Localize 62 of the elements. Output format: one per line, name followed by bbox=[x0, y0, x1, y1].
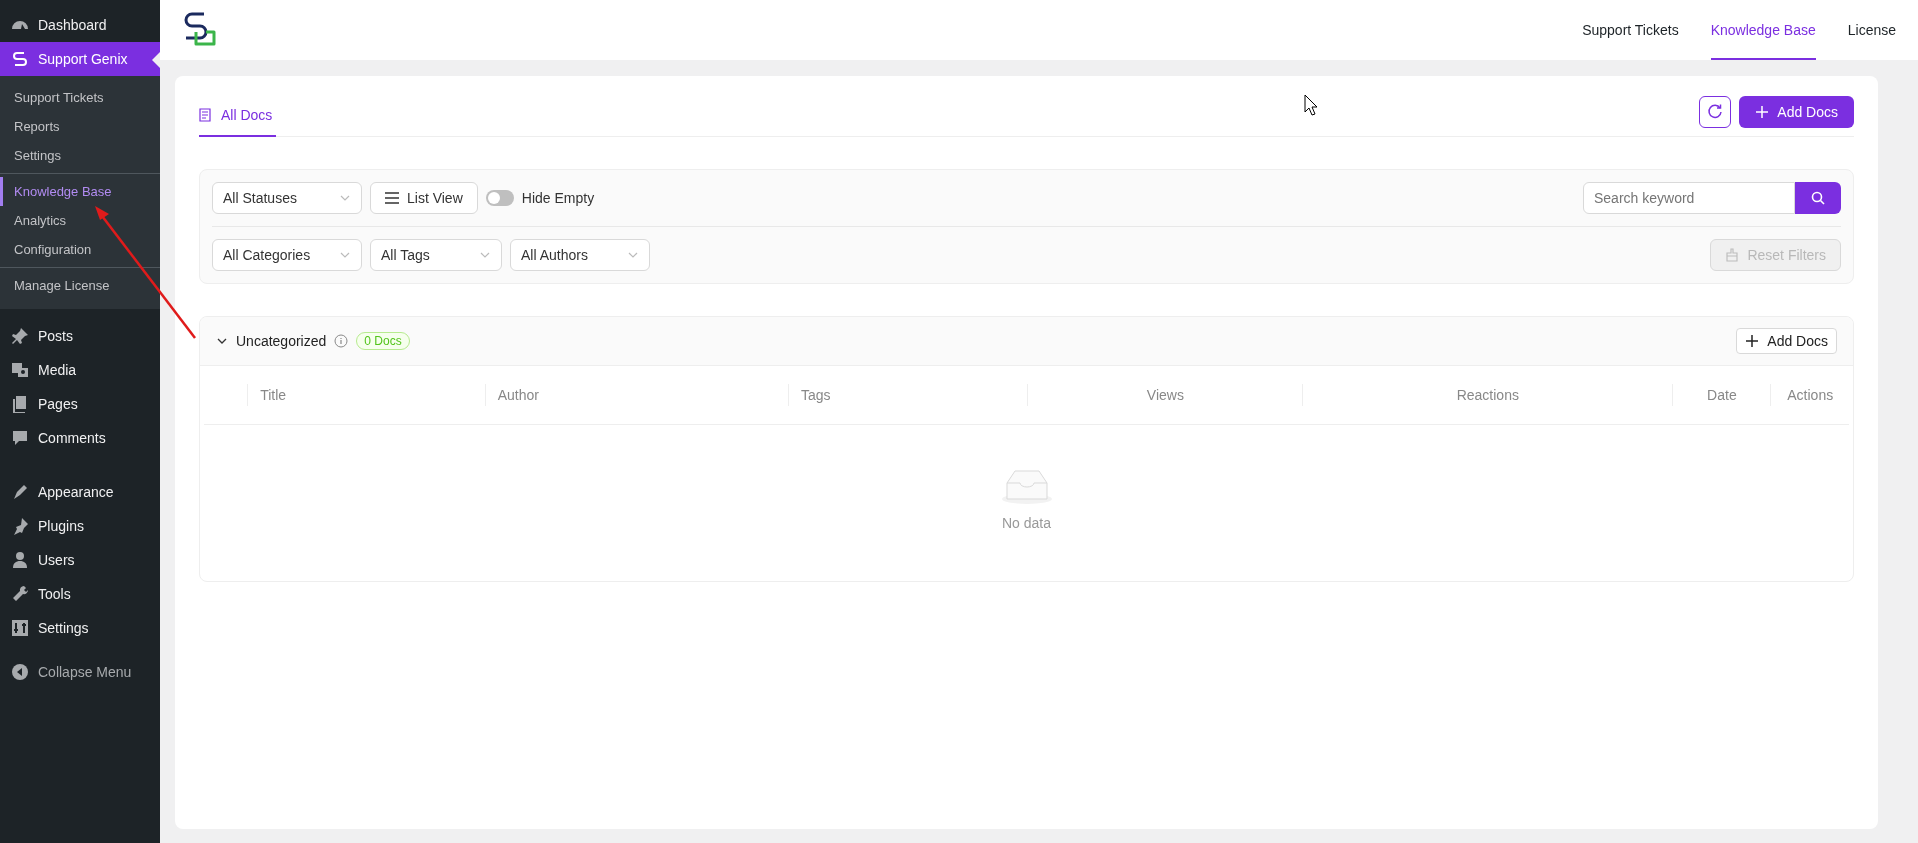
menu-icon bbox=[10, 618, 30, 638]
search-field[interactable]: Search keyword bbox=[1583, 182, 1795, 214]
category-name: Uncategorized bbox=[236, 333, 327, 349]
list-view-button[interactable]: List View bbox=[370, 182, 478, 214]
document-icon bbox=[199, 108, 211, 122]
menu-item[interactable]: Dashboard bbox=[0, 8, 160, 42]
search-button[interactable] bbox=[1795, 182, 1841, 214]
nav-link[interactable]: License bbox=[1847, 0, 1896, 60]
nav-link[interactable]: Support Tickets bbox=[1582, 0, 1679, 60]
toggle-label: Hide Empty bbox=[521, 190, 595, 206]
empty-inbox-icon bbox=[1000, 469, 1053, 505]
add-docs-button[interactable]: Add Docs bbox=[1739, 96, 1854, 128]
doc-count-badge: 0 Docs bbox=[356, 332, 410, 350]
column-header: Date bbox=[1672, 384, 1771, 406]
menu-icon bbox=[10, 326, 30, 346]
menu-item[interactable]: Settings bbox=[0, 611, 160, 645]
submenu-item[interactable]: Knowledge Base bbox=[0, 177, 160, 206]
column-header: Title bbox=[247, 384, 485, 406]
menu-item[interactable]: Support Genix bbox=[0, 42, 160, 76]
search-icon bbox=[1811, 191, 1825, 205]
menu-item[interactable]: Appearance bbox=[0, 475, 160, 509]
tag-select[interactable]: All Tags bbox=[370, 239, 502, 271]
author-select[interactable]: All Authors bbox=[510, 239, 650, 271]
toggle-switch[interactable] bbox=[485, 190, 514, 206]
collapse-icon bbox=[10, 662, 30, 682]
nav-link[interactable]: Knowledge Base bbox=[1710, 0, 1816, 60]
menu-item[interactable]: Tools bbox=[0, 577, 160, 611]
menu-item[interactable]: Plugins bbox=[0, 509, 160, 543]
plus-icon bbox=[1755, 105, 1770, 119]
column-header: Reactions bbox=[1302, 384, 1673, 406]
logo-icon bbox=[10, 49, 30, 69]
submenu-item[interactable]: Settings bbox=[0, 141, 160, 170]
submenu-item[interactable]: Support Tickets bbox=[0, 83, 160, 112]
menu-item[interactable]: Pages bbox=[0, 387, 160, 421]
menu-icon bbox=[10, 360, 30, 380]
menu-item[interactable]: Comments bbox=[0, 421, 160, 455]
list-icon bbox=[385, 192, 399, 204]
empty-text: No data bbox=[1001, 515, 1051, 531]
status-select[interactable]: All Statuses bbox=[212, 182, 362, 214]
refresh-button[interactable] bbox=[1699, 96, 1732, 128]
submenu-item[interactable]: Analytics bbox=[0, 206, 160, 235]
refresh-icon bbox=[1707, 104, 1724, 120]
submenu-item[interactable]: Manage License bbox=[0, 271, 160, 300]
column-header: Author bbox=[484, 384, 788, 406]
broom-icon bbox=[1725, 248, 1740, 262]
plus-icon bbox=[1745, 334, 1760, 348]
menu-item[interactable]: Posts bbox=[0, 319, 160, 353]
info-icon bbox=[334, 334, 349, 348]
collapse-menu[interactable]: Collapse Menu bbox=[0, 655, 160, 689]
column-header: Actions bbox=[1770, 384, 1849, 406]
category-select[interactable]: All Categories bbox=[212, 239, 362, 271]
tab[interactable]: All Docs bbox=[199, 107, 277, 137]
menu-icon bbox=[10, 550, 30, 570]
cursor-icon bbox=[1304, 94, 1318, 116]
menu-item[interactable]: Media bbox=[0, 353, 160, 387]
submenu-item[interactable]: Configuration bbox=[0, 235, 160, 264]
menu-icon bbox=[10, 428, 30, 448]
add-docs-button[interactable]: Add Docs bbox=[1736, 328, 1837, 354]
submenu-item[interactable]: Reports bbox=[0, 112, 160, 141]
column-header: Views bbox=[1027, 384, 1303, 406]
column-header: Tags bbox=[788, 384, 1028, 406]
menu-item[interactable]: Users bbox=[0, 543, 160, 577]
